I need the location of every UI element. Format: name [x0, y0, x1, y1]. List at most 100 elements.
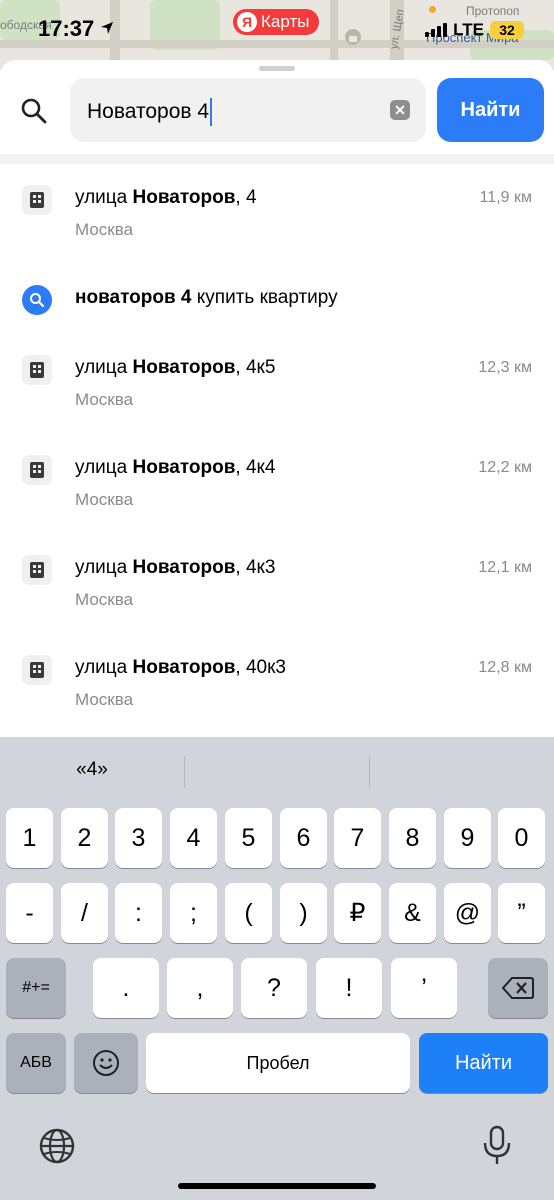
emoji-key[interactable]	[74, 1033, 138, 1093]
key-symbol[interactable]: &	[389, 883, 436, 943]
key-symbol[interactable]: -	[6, 883, 53, 943]
more-symbols-key[interactable]: #+=	[6, 958, 66, 1018]
key-symbol[interactable]: )	[280, 883, 327, 943]
back-to-app-pill[interactable]: Я Карты	[233, 9, 320, 35]
status-bar: 17:37 Я Карты LTE 32	[0, 0, 554, 60]
find-button[interactable]: Найти	[437, 78, 544, 142]
search-input[interactable]: Новаторов 4 ✕	[70, 78, 426, 142]
key-symbol[interactable]: ?	[241, 958, 307, 1018]
key-symbol[interactable]: @	[444, 883, 491, 943]
key-5[interactable]: 5	[225, 808, 272, 868]
result-title-prefix: улица	[75, 357, 133, 378]
app-logo: Я	[237, 12, 257, 32]
language-key[interactable]: АБВ	[6, 1033, 66, 1093]
result-item[interactable]: новаторов 4 купить квартиру	[0, 270, 554, 330]
prediction-bar: «4»	[0, 737, 554, 805]
result-item[interactable]: улица Новаторов, 4к3 Москва 12,1 км	[0, 540, 554, 628]
key-6[interactable]: 6	[280, 808, 327, 868]
result-title: улица Новаторов, 4к5	[75, 357, 275, 379]
result-distance: 12,3 км	[478, 359, 532, 376]
text-caret	[210, 98, 213, 126]
result-subtitle: Москва	[75, 390, 134, 409]
result-title-match: новаторов 4	[75, 287, 192, 308]
key-symbol[interactable]: /	[61, 883, 108, 943]
key-0[interactable]: 0	[498, 808, 545, 868]
result-subtitle: Москва	[75, 690, 134, 709]
result-subtitle: Москва	[75, 490, 134, 509]
app-name: Карты	[261, 12, 310, 31]
building-icon	[22, 355, 52, 385]
key-symbol[interactable]: ”	[498, 883, 545, 943]
result-item[interactable]: улица Новаторов, 4 Москва 11,9 км	[0, 170, 554, 258]
key-3[interactable]: 3	[115, 808, 162, 868]
result-title: улица Новаторов, 40к3	[75, 657, 286, 679]
result-distance: 11,9 км	[479, 189, 532, 206]
result-title-match: Новаторов	[132, 657, 236, 678]
result-title-suffix: , 4к5	[235, 357, 276, 378]
network-type: LTE	[453, 20, 484, 39]
building-icon	[22, 185, 52, 215]
key-symbol[interactable]: !	[316, 958, 382, 1018]
prediction-item[interactable]: «4»	[0, 759, 184, 781]
home-indicator	[178, 1183, 376, 1189]
result-title: улица Новаторов, 4	[75, 187, 257, 209]
result-title-suffix: , 4	[235, 187, 257, 208]
result-title: улица Новаторов, 4к4	[75, 457, 275, 479]
microphone-icon[interactable]	[482, 1125, 512, 1167]
result-title-prefix: улица	[75, 557, 133, 578]
key-7[interactable]: 7	[334, 808, 381, 868]
result-subtitle: Москва	[75, 590, 134, 609]
result-title-match: Новаторов	[132, 557, 236, 578]
result-title-prefix: улица	[75, 457, 133, 478]
key-symbol[interactable]: .	[93, 958, 159, 1018]
result-title-match: Новаторов	[132, 187, 236, 208]
result-distance: 12,8 км	[478, 659, 532, 676]
result-title-match: Новаторов	[132, 357, 236, 378]
key-9[interactable]: 9	[444, 808, 491, 868]
signal-icon	[425, 23, 448, 37]
building-icon	[22, 455, 52, 485]
privacy-indicator-dot	[429, 6, 436, 13]
key-symbol[interactable]: ’	[391, 958, 457, 1018]
backspace-key[interactable]	[488, 958, 548, 1018]
key-2[interactable]: 2	[61, 808, 108, 868]
building-icon	[22, 555, 52, 585]
result-title-prefix: улица	[75, 657, 133, 678]
result-subtitle: Москва	[75, 220, 134, 239]
search-query: Новаторов 4	[87, 100, 210, 123]
key-1[interactable]: 1	[6, 808, 53, 868]
globe-icon[interactable]	[38, 1127, 76, 1165]
result-title-suffix: , 4к3	[235, 557, 276, 578]
key-symbol[interactable]: :	[115, 883, 162, 943]
result-title-suffix: , 4к4	[235, 457, 276, 478]
result-item[interactable]: улица Новаторов, 4к5 Москва 12,3 км	[0, 340, 554, 428]
key-symbol[interactable]: ;	[170, 883, 217, 943]
battery-level: 32	[499, 22, 515, 38]
key-symbol[interactable]: (	[225, 883, 272, 943]
status-time: 17:37	[38, 16, 95, 41]
key-4[interactable]: 4	[170, 808, 217, 868]
space-key[interactable]: Пробел	[146, 1033, 410, 1093]
result-title: улица Новаторов, 4к3	[75, 557, 275, 579]
key-symbol[interactable]: ₽	[334, 883, 381, 943]
result-title-suffix: , 40к3	[235, 657, 286, 678]
result-item[interactable]: улица Новаторов, 40к3 Москва 12,8 км	[0, 640, 554, 728]
search-icon	[21, 98, 47, 124]
location-arrow-icon	[101, 22, 113, 34]
backspace-icon	[502, 977, 534, 999]
battery-icon: 32	[490, 21, 524, 39]
keyboard: «4» 1 2 3 4 5 6 7 8 9 0 - /:;() ₽ & @” #+=.,?!’ АБВ Пробе…	[0, 737, 554, 1200]
result-title-prefix: улица	[75, 187, 133, 208]
clear-icon[interactable]: ✕	[390, 100, 410, 120]
result-title: новаторов 4 купить квартиру	[75, 287, 338, 309]
sheet-grabber[interactable]	[259, 66, 295, 71]
building-icon	[22, 655, 52, 685]
divider	[0, 154, 554, 164]
search-return-key[interactable]: Найти	[419, 1033, 548, 1093]
search-row: Новаторов 4 ✕ Найти	[0, 78, 554, 142]
result-item[interactable]: улица Новаторов, 4к4 Москва 12,2 км	[0, 440, 554, 528]
key-symbol[interactable]: ,	[167, 958, 233, 1018]
emoji-icon	[93, 1050, 119, 1076]
search-suggestion-icon	[22, 285, 52, 315]
key-8[interactable]: 8	[389, 808, 436, 868]
